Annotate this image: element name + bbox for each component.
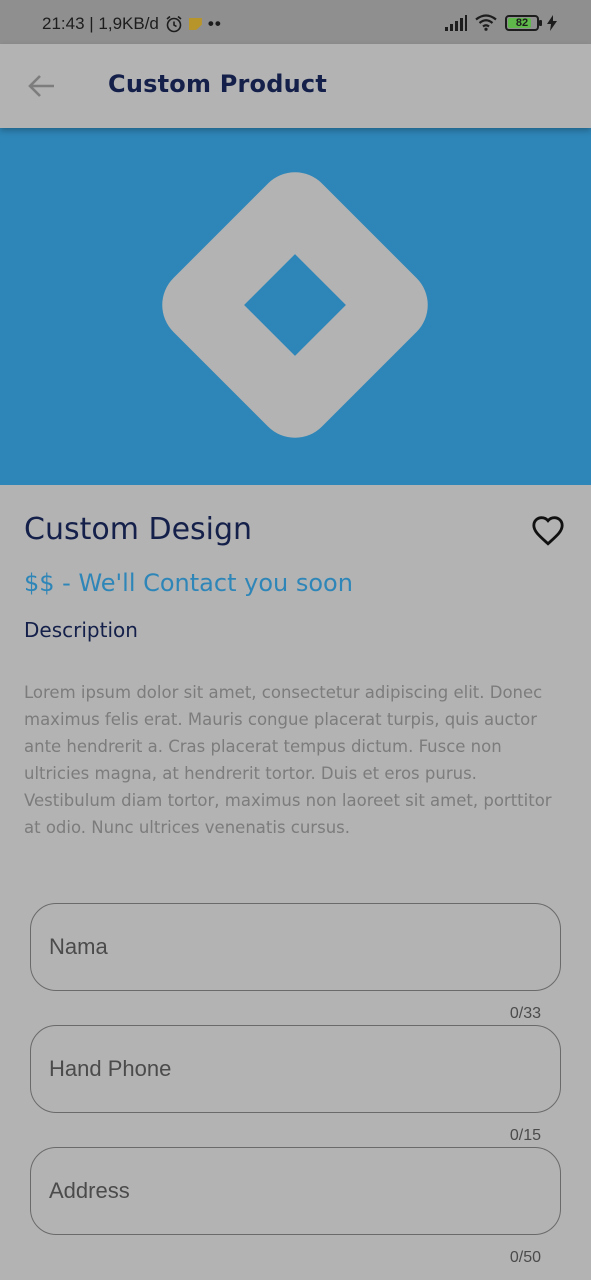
name-input[interactable] (31, 904, 560, 990)
status-right: 82 (445, 14, 557, 31)
battery-level: 82 (515, 16, 529, 29)
address-input[interactable] (31, 1148, 560, 1234)
address-field[interactable] (30, 1147, 561, 1235)
status-bar: 21:43 | 1,9KB/d •• 82 (0, 0, 591, 44)
phone-field[interactable] (30, 1025, 561, 1113)
phone-input[interactable] (31, 1026, 560, 1112)
alarm-icon (166, 15, 182, 33)
app-bar: Custom Product (0, 44, 591, 128)
battery-icon: 82 (505, 14, 542, 31)
back-button[interactable] (26, 72, 58, 100)
favorite-button[interactable] (531, 514, 565, 548)
signal-icon (445, 14, 467, 31)
charging-icon (547, 14, 557, 31)
arrow-left-icon (28, 75, 54, 97)
description-text: Lorem ipsum dolor sit amet, consectetur … (24, 683, 552, 837)
more-notifications-icon: •• (207, 14, 222, 33)
page-title: Custom Product (108, 70, 327, 98)
heart-outline-icon (532, 516, 564, 546)
product-price: $$ - We'll Contact you soon (24, 569, 353, 597)
status-left: 21:43 | 1,9KB/d •• (42, 14, 222, 34)
diamond-logo-icon (162, 172, 428, 438)
product-image (0, 128, 591, 485)
wifi-icon (475, 14, 497, 31)
address-counter: 0/50 (509, 1249, 541, 1266)
name-counter: 0/33 (509, 1005, 541, 1022)
name-field[interactable] (30, 903, 561, 991)
phone-counter: 0/15 (509, 1127, 541, 1144)
status-time-speed: 21:43 | 1,9KB/d (42, 14, 159, 33)
description-heading: Description (24, 618, 138, 642)
product-title: Custom Design (24, 512, 253, 547)
note-icon (188, 18, 202, 30)
